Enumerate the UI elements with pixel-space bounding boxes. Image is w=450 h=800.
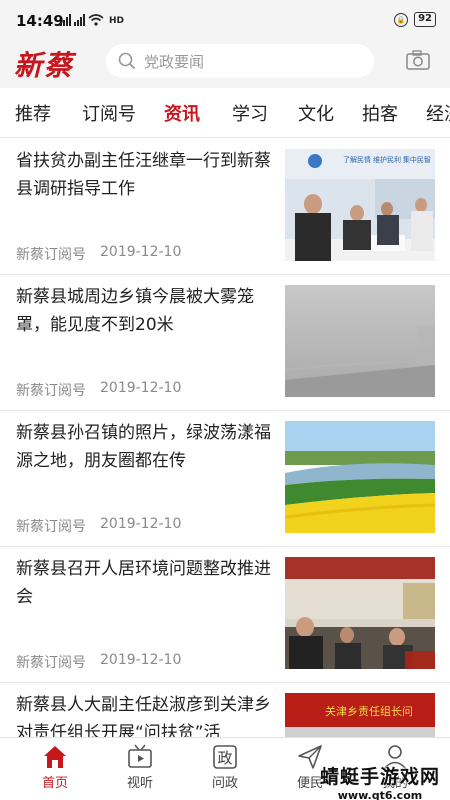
news-title: 省扶贫办副主任汪继章一行到新蔡县调研指导工作 (16, 151, 271, 199)
news-date: 2019-12-10 (100, 516, 182, 532)
nav-label: 我的 (381, 776, 408, 791)
user-icon (383, 745, 407, 770)
wenzheng-icon: 政 (213, 745, 237, 769)
news-item[interactable]: 省扶贫办副主任汪继章一行到新蔡县调研指导工作 新蔡订阅号 2019-12-10 … (0, 139, 450, 275)
nav-home[interactable]: 首页 (25, 744, 85, 791)
news-meta: 新蔡订阅号 2019-12-10 (16, 516, 181, 536)
news-item[interactable]: 新蔡县召开人居环境问题整改推进会 新蔡订阅号 2019-12-10 (0, 547, 450, 683)
search-icon (118, 52, 136, 70)
news-title: 新蔡县孙召镇的照片，绿波荡漾福源之地，朋友圈都在传 (16, 423, 271, 471)
nav-label: 问政 (211, 776, 238, 791)
thumb-banner-text: 了解民情 维护民利 集中民智 (343, 155, 431, 164)
news-source: 新蔡订阅号 (16, 383, 86, 399)
battery-icon: 92 (414, 12, 436, 27)
home-icon (44, 746, 66, 768)
wenzheng-glyph: 政 (217, 749, 232, 767)
news-source: 新蔡订阅号 (16, 247, 86, 263)
tab-photo[interactable]: 拍客 (362, 100, 398, 126)
news-thumbnail: 关津乡责任组长问 (285, 693, 435, 737)
news-date: 2019-12-10 (100, 380, 182, 396)
nav-label: 便民 (296, 776, 323, 791)
signal-icon (74, 14, 85, 26)
news-item[interactable]: 新蔡县人大副主任赵淑彦到关津乡对责任组长开展“问扶贫”活 关津乡责任组长问 (0, 683, 450, 737)
lock-icon: 🔒 (394, 12, 409, 27)
nav-wenzheng[interactable]: 政 问政 (195, 744, 255, 791)
signal-icons: HD (60, 14, 124, 26)
tab-subscriptions[interactable]: 订阅号 (82, 100, 136, 126)
news-meta: 新蔡订阅号 2019-12-10 (16, 244, 181, 264)
category-tabs: 推荐 订阅号 资讯 学习 文化 拍客 经济 (0, 88, 450, 138)
app-logo: 新蔡 (14, 49, 75, 82)
tab-study[interactable]: 学习 (232, 100, 268, 126)
news-title: 新蔡县召开人居环境问题整改推进会 (16, 559, 271, 607)
wifi-icon (88, 14, 104, 26)
signal-icon (60, 14, 71, 26)
news-date: 2019-12-10 (100, 652, 182, 668)
tab-economy[interactable]: 经济 (426, 100, 450, 126)
bottom-nav: 首页 视听 政 问政 便民 我的 (0, 737, 450, 800)
tab-news[interactable]: 资讯 (164, 100, 200, 126)
news-thumbnail: 了解民情 维护民利 集中民智 (285, 149, 435, 261)
tab-culture[interactable]: 文化 (298, 100, 334, 126)
news-source: 新蔡订阅号 (16, 655, 86, 671)
news-source: 新蔡订阅号 (16, 519, 86, 535)
news-title: 新蔡县人大副主任赵淑彦到关津乡对责任组长开展“问扶贫”活 (16, 695, 271, 737)
nav-services[interactable]: 便民 (280, 744, 340, 791)
search-placeholder: 党政要闻 (144, 52, 205, 71)
news-date: 2019-12-10 (100, 244, 182, 260)
news-meta: 新蔡订阅号 2019-12-10 (16, 380, 181, 400)
news-item[interactable]: 新蔡县孙召镇的照片，绿波荡漾福源之地，朋友圈都在传 新蔡订阅号 2019-12-… (0, 411, 450, 547)
nav-label: 首页 (41, 776, 68, 791)
news-thumbnail (285, 285, 435, 397)
tab-recommend[interactable]: 推荐 (15, 100, 51, 126)
nav-label: 视听 (126, 776, 153, 791)
camera-icon[interactable] (406, 49, 430, 71)
news-feed: 省扶贫办副主任汪继章一行到新蔡县调研指导工作 新蔡订阅号 2019-12-10 … (0, 139, 450, 737)
app-header: 新蔡 党政要闻 (0, 40, 450, 88)
nav-video[interactable]: 视听 (110, 744, 170, 791)
news-thumbnail (285, 557, 435, 669)
status-bar: 14:49 HD 🔒 92 (0, 0, 450, 40)
nav-profile[interactable]: 我的 (365, 744, 425, 791)
news-thumbnail (285, 421, 435, 533)
thumb-banner-text: 关津乡责任组长问 (325, 704, 413, 718)
send-icon (298, 745, 322, 769)
news-meta: 新蔡订阅号 2019-12-10 (16, 652, 181, 672)
tv-icon (128, 744, 152, 768)
network-label: HD (109, 16, 125, 26)
search-input[interactable]: 党政要闻 (106, 44, 374, 78)
news-item[interactable]: 新蔡县城周边乡镇今晨被大雾笼罩，能见度不到20米 新蔡订阅号 2019-12-1… (0, 275, 450, 411)
news-title: 新蔡县城周边乡镇今晨被大雾笼罩，能见度不到20米 (16, 287, 254, 335)
status-time: 14:49 (16, 12, 64, 30)
